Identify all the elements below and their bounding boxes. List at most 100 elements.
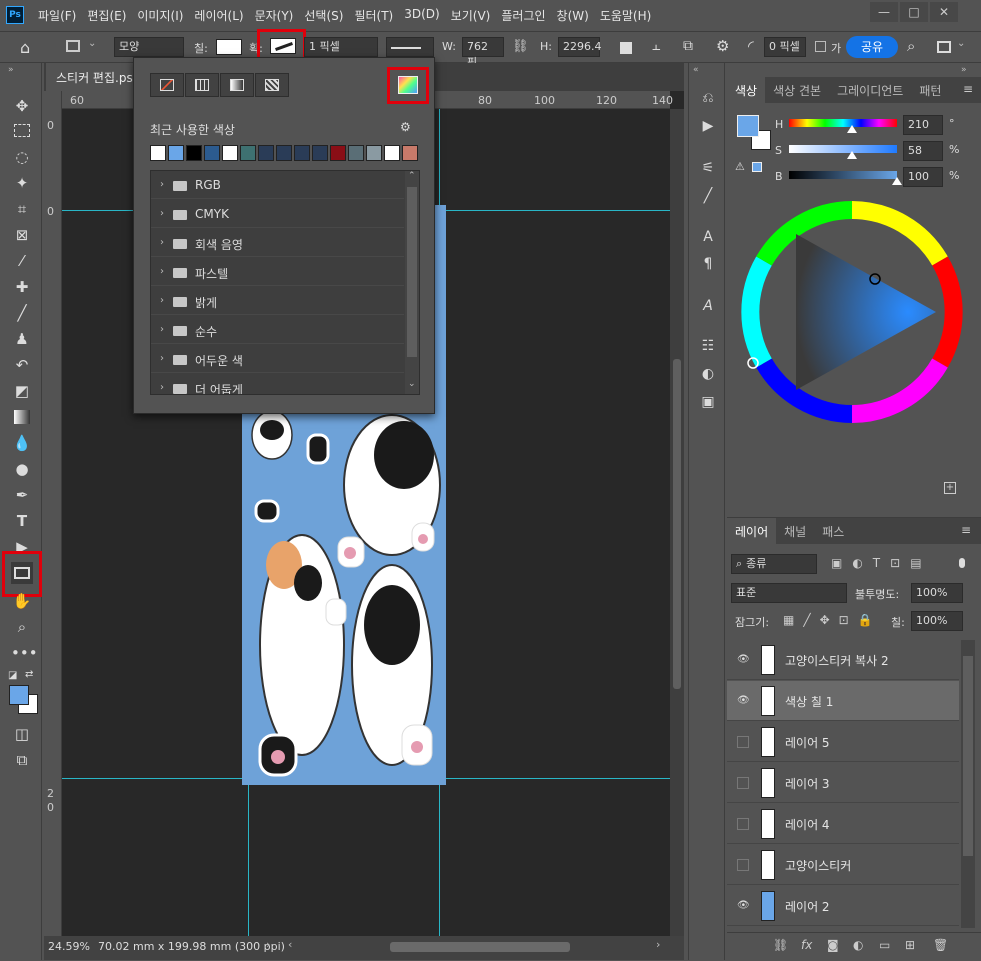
recent-color-swatch[interactable] [150, 145, 166, 161]
saturation-brightness-triangle[interactable] [796, 234, 936, 390]
layer-row[interactable]: 레이어 3 [727, 763, 959, 803]
recent-color-swatch[interactable] [312, 145, 328, 161]
hand-tool-icon[interactable]: ✋ [11, 590, 33, 612]
brush-tool-icon[interactable]: ╱ [11, 302, 33, 324]
screen-mode-icon[interactable]: ⧉ [11, 749, 33, 771]
hue-slider-thumb[interactable] [846, 125, 857, 133]
menu-file[interactable]: 파일(F) [38, 7, 76, 24]
h-value-field[interactable]: 210 [903, 115, 943, 135]
layer-filter-select[interactable]: ⌕ 종류 [731, 554, 817, 574]
folder-list-scrollbar-thumb[interactable] [407, 187, 417, 357]
layer-row[interactable]: 👁 고양이스티커 복사 2 [727, 640, 959, 680]
saturation-slider-thumb[interactable] [846, 151, 857, 159]
actions-panel-icon[interactable]: ▶ [697, 115, 719, 137]
scroll-right-icon[interactable]: › [656, 938, 660, 951]
tab-channels[interactable]: 채널 [776, 518, 814, 544]
solid-color-button[interactable] [185, 73, 219, 97]
horizontal-scrollbar-thumb[interactable] [390, 942, 570, 952]
quick-mask-icon[interactable]: ◫ [11, 723, 33, 745]
blur-tool-icon[interactable]: 💧 [11, 432, 33, 454]
tab-paths[interactable]: 패스 [814, 518, 852, 544]
out-of-gamut-warning-icon[interactable]: ⚠ [735, 160, 745, 173]
lock-icons[interactable]: ▦╱✥⊡🔒 [783, 613, 882, 627]
menu-plugins[interactable]: 플러그인 [501, 7, 545, 24]
document-tab[interactable]: 스티커 편집.ps [46, 63, 136, 91]
visibility-toggle[interactable] [737, 736, 749, 748]
layers-scrollbar[interactable] [961, 640, 975, 928]
scroll-down-icon[interactable]: ⌄ [408, 379, 416, 389]
s-value-field[interactable]: 58 [903, 141, 943, 161]
adjustments-panel-icon[interactable]: ◐ [697, 363, 719, 385]
zoom-level[interactable]: 24.59% [48, 940, 90, 953]
fill-color-swatch[interactable] [216, 39, 242, 55]
maximize-button[interactable]: □ [900, 2, 928, 22]
share-button[interactable]: 공유 [846, 36, 898, 58]
history-panel-icon[interactable]: ⎌ [697, 87, 719, 109]
recent-color-swatch[interactable] [294, 145, 310, 161]
menu-view[interactable]: 보기(V) [451, 7, 491, 24]
foreground-color-swatch[interactable] [9, 685, 29, 705]
shape-mode-select[interactable]: 모양 [114, 37, 184, 57]
lasso-tool-icon[interactable]: ◌ [11, 146, 33, 168]
workspace-chevron-icon[interactable]: ⌄ [957, 38, 965, 49]
magic-wand-icon[interactable]: ✦ [11, 172, 33, 194]
eraser-icon[interactable]: ◩ [11, 380, 33, 402]
zoom-tool-icon[interactable]: ⌕ [11, 616, 33, 638]
new-group-icon[interactable]: ▭ [879, 938, 890, 952]
visibility-toggle[interactable] [737, 859, 749, 871]
add-icon[interactable]: + [944, 482, 956, 494]
recent-color-swatch[interactable] [384, 145, 400, 161]
hue-slider[interactable] [789, 119, 897, 127]
gamut-color-swatch[interactable] [752, 162, 762, 172]
swatch-folder[interactable]: › RGB [151, 171, 404, 199]
saturation-slider[interactable] [789, 145, 897, 153]
chevron-right-icon[interactable]: › [266, 938, 270, 951]
foreground-color-swatch[interactable] [737, 115, 759, 137]
folder-list-scrollbar[interactable]: ⌃ ⌄ [405, 171, 419, 394]
layer-row[interactable]: 👁 레이어 2 [727, 886, 959, 926]
chevron-down-icon[interactable]: ⌄ [88, 38, 96, 49]
b-value-field[interactable]: 100 [903, 167, 943, 187]
fill-field[interactable]: 100% [911, 611, 963, 631]
close-button[interactable]: ✕ [930, 2, 958, 22]
swatch-folder[interactable]: › CMYK [151, 200, 404, 228]
filter-toggle-icon[interactable] [959, 558, 965, 568]
tab-layers[interactable]: 레이어 [727, 518, 777, 544]
color-picker-icon[interactable] [398, 76, 418, 94]
marquee-tool-icon[interactable] [11, 120, 33, 142]
no-color-button[interactable] [150, 73, 184, 97]
vertical-scrollbar[interactable] [670, 109, 684, 936]
recent-color-swatch[interactable] [366, 145, 382, 161]
healing-brush-icon[interactable]: ✚ [11, 276, 33, 298]
menu-edit[interactable]: 편집(E) [87, 7, 126, 24]
layer-row[interactable]: 레이어 5 [727, 722, 959, 762]
recent-color-swatch[interactable] [204, 145, 220, 161]
link-icon[interactable]: ⛓ [512, 39, 529, 54]
visibility-toggle[interactable] [737, 818, 749, 830]
panel-menu-icon[interactable]: ≡ [961, 523, 971, 537]
menu-layer[interactable]: 레이어(L) [194, 7, 243, 24]
path-arrangement-icon[interactable]: ⧉ [683, 38, 693, 54]
pattern-button[interactable] [255, 73, 289, 97]
libraries-panel-icon[interactable]: ▣ [697, 391, 719, 413]
fx-icon[interactable]: fx [801, 938, 812, 952]
new-layer-icon[interactable]: ⊞ [905, 938, 915, 952]
recent-color-swatch[interactable] [348, 145, 364, 161]
layers-scrollbar-thumb[interactable] [963, 656, 973, 856]
layer-row[interactable]: 레이어 4 [727, 804, 959, 844]
expand-icon[interactable]: « [693, 65, 699, 75]
rectangle-tool-icon[interactable] [11, 562, 33, 584]
path-alignment-icon[interactable]: ⫠ [652, 38, 660, 54]
gradient-button[interactable] [220, 73, 254, 97]
blend-mode-select[interactable]: 표준 [731, 583, 847, 603]
path-operations-icon[interactable] [620, 42, 632, 54]
menu-filter[interactable]: 필터(T) [354, 7, 393, 24]
recent-color-swatch[interactable] [240, 145, 256, 161]
tab-swatches[interactable]: 색상 견본 [765, 77, 829, 103]
menu-select[interactable]: 선택(S) [304, 7, 343, 24]
adjustment-layer-icon[interactable]: ◐ [853, 938, 863, 952]
pen-tool-icon[interactable]: ✒ [11, 484, 33, 506]
default-colors-icon[interactable]: ◪ [8, 670, 17, 681]
recent-color-swatch[interactable] [258, 145, 274, 161]
stroke-width-field[interactable]: 1 픽셀 [304, 37, 378, 57]
